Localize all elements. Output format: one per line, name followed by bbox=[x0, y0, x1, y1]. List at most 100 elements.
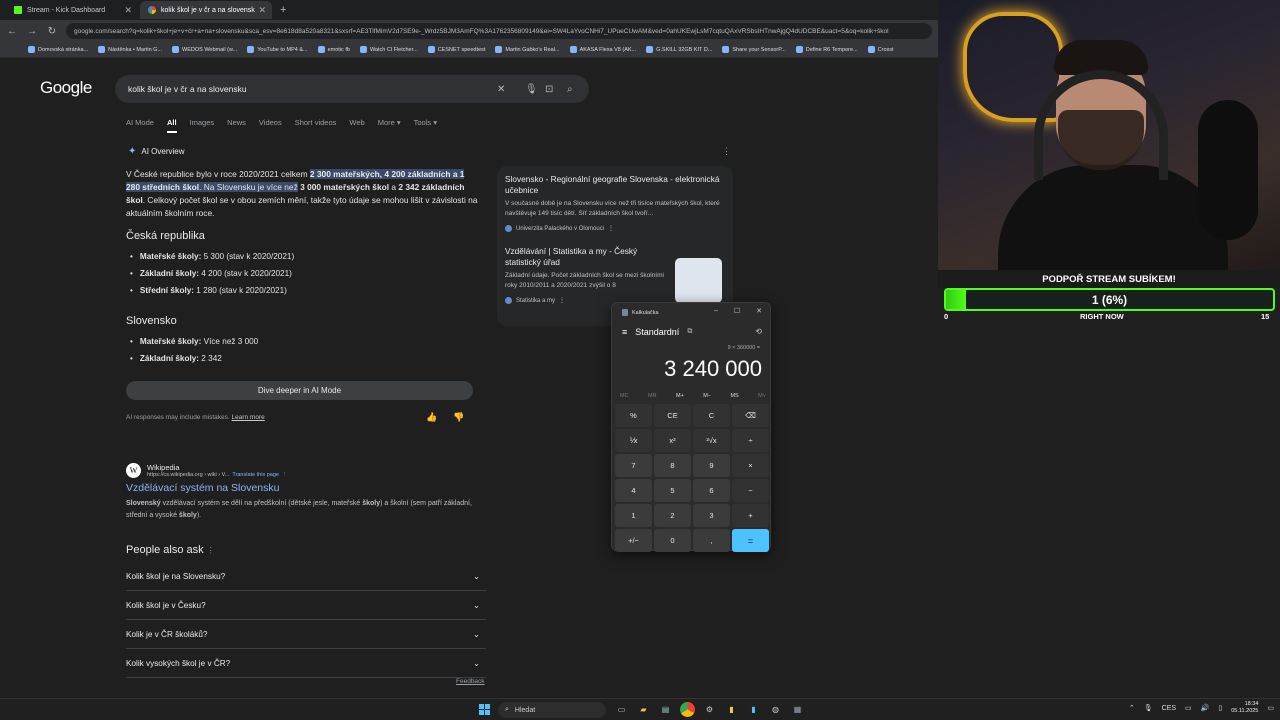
paa-question[interactable]: Kolik je v ČR školáků? ⌄ bbox=[126, 620, 486, 649]
feedback-link[interactable]: Feedback bbox=[456, 678, 485, 685]
network-icon[interactable]: ▭ bbox=[1185, 704, 1192, 712]
search-box[interactable]: kolik škol je v čr a na slovensku ✕ 🎙 ⊡ … bbox=[115, 75, 589, 103]
source-card[interactable]: Slovensko - Regionální geografie Slovens… bbox=[505, 174, 725, 232]
volume-icon[interactable]: 🔊 bbox=[1201, 704, 1210, 712]
discord-icon[interactable]: ◍ bbox=[768, 702, 783, 717]
sticky-notes-icon[interactable]: ▮ bbox=[724, 702, 739, 717]
key-1[interactable]: 1 bbox=[615, 504, 652, 527]
bookmark-item[interactable]: G.SKILL 32GB KIT D... bbox=[646, 46, 712, 53]
bookmark-item[interactable]: emotic fb bbox=[317, 46, 350, 53]
bookmark-item[interactable]: CESNET speedtest bbox=[427, 46, 485, 53]
bookmark-item[interactable]: AKASA Flexa V8 (AK... bbox=[569, 46, 636, 53]
key-sqrt[interactable]: ²√x bbox=[693, 429, 730, 452]
close-tab-icon[interactable]: ✕ bbox=[258, 5, 266, 16]
key-equals[interactable]: = bbox=[732, 529, 769, 552]
clock[interactable]: 18:34 05.11.2025 bbox=[1231, 701, 1258, 715]
source-title[interactable]: Slovensko - Regionální geografie Slovens… bbox=[505, 174, 725, 195]
battery-icon[interactable]: ▯ bbox=[1218, 704, 1222, 712]
tab-kick-dashboard[interactable]: Stream - Kick Dashboard ✕ bbox=[6, 1, 138, 19]
microphone-icon[interactable]: 🎙 bbox=[525, 84, 538, 95]
memory-store-button[interactable]: MS bbox=[730, 393, 738, 399]
source-thumbnail[interactable] bbox=[675, 258, 722, 303]
memory-list-button[interactable]: M˅ bbox=[758, 393, 766, 399]
maximize-icon[interactable]: ☐ bbox=[734, 307, 740, 315]
lens-icon[interactable]: ⊡ bbox=[545, 84, 553, 95]
language-indicator[interactable]: CES bbox=[1162, 705, 1176, 712]
clear-icon[interactable]: ✕ bbox=[497, 84, 505, 95]
settings-icon[interactable]: ⚙ bbox=[702, 702, 717, 717]
key-multiply[interactable]: × bbox=[732, 454, 769, 477]
learn-more-link[interactable]: Learn more bbox=[232, 414, 265, 421]
more-options-icon[interactable]: ⋮ bbox=[608, 225, 614, 232]
dive-deeper-button[interactable]: Dive deeper in AI Mode bbox=[126, 381, 473, 400]
key-decimal[interactable]: , bbox=[693, 529, 730, 552]
key-5[interactable]: 5 bbox=[654, 479, 691, 502]
tab-images[interactable]: Images bbox=[190, 118, 215, 133]
key-2[interactable]: 2 bbox=[654, 504, 691, 527]
key-divide[interactable]: ÷ bbox=[732, 429, 769, 452]
task-view-icon[interactable]: ▭ bbox=[614, 702, 629, 717]
more-options-icon[interactable]: ⋮ bbox=[722, 146, 731, 157]
bookmark-item[interactable]: Nástěnka • Martin G... bbox=[98, 46, 162, 53]
calculator-icon[interactable]: ▦ bbox=[790, 702, 805, 717]
bookmark-item[interactable]: WEDOS Webmail (w... bbox=[172, 46, 237, 53]
search-icon[interactable]: ⌕ bbox=[567, 84, 573, 95]
tab-ai-mode[interactable]: AI Mode bbox=[126, 118, 154, 133]
key-8[interactable]: 8 bbox=[654, 454, 691, 477]
key-backspace[interactable]: ⌫ bbox=[732, 404, 769, 427]
history-icon[interactable]: ⟲ bbox=[755, 327, 762, 336]
close-tab-icon[interactable]: ✕ bbox=[124, 5, 132, 16]
key-square[interactable]: x² bbox=[654, 429, 691, 452]
bookmark-item[interactable]: YouTube to MP4 &... bbox=[247, 46, 308, 53]
app-icon[interactable]: ▮ bbox=[746, 702, 761, 717]
source-title[interactable]: Vzdělávání | Statistika a my - Český sta… bbox=[505, 246, 673, 267]
bookmark-item[interactable]: Share your SensorP... bbox=[722, 46, 786, 53]
more-options-icon[interactable]: ⋮ bbox=[207, 546, 215, 555]
reload-icon[interactable]: ↻ bbox=[46, 26, 58, 37]
minimize-icon[interactable]: – bbox=[714, 307, 718, 315]
keep-on-top-icon[interactable]: ⧉ bbox=[687, 328, 692, 336]
hamburger-icon[interactable]: ≡ bbox=[622, 327, 627, 337]
bookmark-item[interactable]: Define R6 Tempere... bbox=[795, 46, 858, 53]
google-logo[interactable]: Google bbox=[40, 78, 92, 98]
memory-add-button[interactable]: M+ bbox=[676, 393, 684, 399]
back-icon[interactable]: ← bbox=[6, 26, 18, 37]
key-negate[interactable]: +/− bbox=[615, 529, 652, 552]
url-field[interactable]: google.com/search?q=kolik+škol+je+v+čr+a… bbox=[66, 23, 932, 39]
chrome-icon[interactable] bbox=[680, 702, 695, 717]
new-tab-icon[interactable]: + bbox=[274, 4, 292, 16]
thumbs-up-icon[interactable]: 👍 bbox=[426, 412, 437, 423]
key-7[interactable]: 7 bbox=[615, 454, 652, 477]
chevron-up-icon[interactable]: ⌃ bbox=[1129, 704, 1135, 712]
tab-google-search[interactable]: kolik škol je v čr a na slovensk ✕ bbox=[140, 1, 272, 19]
close-icon[interactable]: ✕ bbox=[756, 307, 762, 315]
bookmark-item[interactable]: Crosst bbox=[867, 46, 894, 53]
tab-news[interactable]: News bbox=[227, 118, 246, 133]
microphone-icon[interactable]: 🎙 bbox=[1144, 704, 1153, 712]
memory-clear-button[interactable]: MC bbox=[620, 393, 629, 399]
file-explorer-icon[interactable]: ▰ bbox=[636, 702, 651, 717]
source-card[interactable]: Vzdělávání | Statistika a my - Český sta… bbox=[505, 246, 673, 304]
tab-short-videos[interactable]: Short videos bbox=[295, 118, 337, 133]
memory-subtract-button[interactable]: M− bbox=[703, 393, 711, 399]
key-clear[interactable]: C bbox=[693, 404, 730, 427]
result-title-link[interactable]: Vzdělávací systém na Slovensku bbox=[126, 482, 486, 494]
thumbs-down-icon[interactable]: 👎 bbox=[453, 412, 464, 423]
notifications-icon[interactable]: ▭ bbox=[1267, 704, 1274, 712]
tab-all[interactable]: All bbox=[166, 118, 177, 133]
more-options-icon[interactable]: ⋮ bbox=[559, 297, 565, 304]
bookmark-item[interactable]: Martin Gabko's Real... bbox=[495, 46, 560, 53]
key-reciprocal[interactable]: ⅟x bbox=[615, 429, 652, 452]
files-icon[interactable]: ▤ bbox=[658, 702, 673, 717]
paa-question[interactable]: Kolik vysokých škol je v ČR? ⌄ bbox=[126, 649, 486, 678]
forward-icon[interactable]: → bbox=[26, 26, 38, 37]
key-plus[interactable]: + bbox=[732, 504, 769, 527]
key-clear-entry[interactable]: CE bbox=[654, 404, 691, 427]
search-query[interactable]: kolik škol je v čr a na slovensku bbox=[128, 84, 247, 94]
paa-question[interactable]: Kolik škol je v Česku? ⌄ bbox=[126, 591, 486, 620]
key-9[interactable]: 9 bbox=[693, 454, 730, 477]
tab-web[interactable]: Web bbox=[349, 118, 364, 133]
bookmark-item[interactable]: Domovská stránka... bbox=[28, 46, 88, 53]
key-0[interactable]: 0 bbox=[654, 529, 691, 552]
tab-videos[interactable]: Videos bbox=[259, 118, 282, 133]
